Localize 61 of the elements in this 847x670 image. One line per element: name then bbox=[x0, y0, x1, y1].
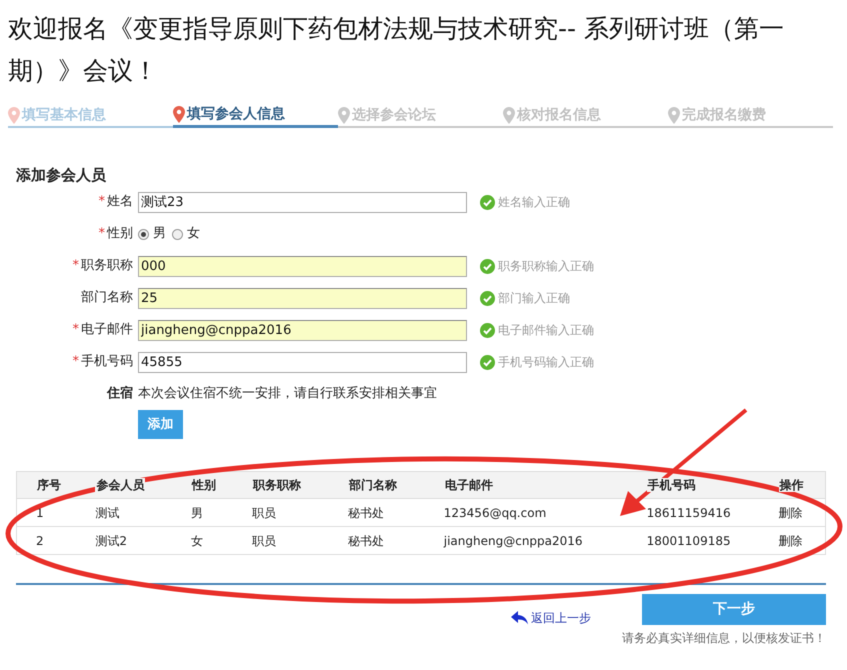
validation-message: 电子邮件输入正确 bbox=[498, 322, 594, 339]
column-header: 电子邮件 bbox=[444, 478, 494, 492]
map-pin-icon bbox=[8, 106, 20, 124]
text-input[interactable]: 25 bbox=[138, 288, 467, 308]
column-header: 部门名称 bbox=[348, 478, 398, 492]
required-mark: * bbox=[98, 225, 105, 244]
table-cell: 测试2 bbox=[76, 526, 172, 554]
radio-label: 男 bbox=[153, 225, 166, 244]
page-title: 欢迎报名《变更指导原则下药包材法规与技术研究-- 系列研讨班（第一期）》会议！ bbox=[7, 13, 785, 87]
column-header: 职务职称 bbox=[252, 478, 302, 492]
field-label: 姓名 bbox=[107, 193, 133, 212]
back-arrow-icon bbox=[511, 611, 529, 625]
required-mark: * bbox=[72, 353, 79, 372]
column-header: 手机号码 bbox=[646, 478, 697, 492]
column-header: 操作 bbox=[778, 478, 805, 492]
text-input[interactable]: 000 bbox=[138, 256, 467, 276]
map-pin-icon bbox=[503, 106, 515, 124]
required-mark: * bbox=[98, 193, 105, 212]
table-cell: 18611159416 bbox=[628, 498, 760, 526]
field-label: 性别 bbox=[107, 225, 133, 244]
step-tab[interactable]: 填写参会人信息 bbox=[173, 104, 338, 128]
required-mark: * bbox=[72, 321, 79, 340]
validation-message: 手机号码输入正确 bbox=[498, 354, 594, 371]
delete-link[interactable]: 删除 bbox=[760, 498, 826, 526]
table-cell: 职员 bbox=[233, 498, 329, 526]
validation-message: 职务职称输入正确 bbox=[498, 258, 594, 275]
table-cell: 123456@qq.com bbox=[424, 498, 628, 526]
field-label: 电子邮件 bbox=[81, 321, 133, 340]
column-header: 序号 bbox=[36, 478, 62, 492]
section-title: 添加参会人员 bbox=[16, 166, 107, 184]
table-cell: 18001109185 bbox=[628, 526, 760, 554]
table-cell: 秘书处 bbox=[328, 526, 425, 554]
table-cell: 测试 bbox=[76, 498, 172, 526]
validation-message: 姓名输入正确 bbox=[498, 194, 570, 211]
field-label: 手机号码 bbox=[81, 353, 133, 372]
field-label: 职务职称 bbox=[81, 257, 133, 276]
map-pin-icon bbox=[173, 106, 185, 123]
footer-note: 请务必真实详细信息，以便核发证书！ bbox=[622, 630, 826, 647]
back-link[interactable]: 返回上一步 bbox=[511, 609, 591, 627]
field-label: 部门名称 bbox=[81, 289, 133, 308]
table-cell: 女 bbox=[172, 526, 234, 554]
column-header: 性别 bbox=[191, 478, 218, 492]
field-label: 住宿 bbox=[107, 384, 133, 404]
table-cell: 2 bbox=[16, 526, 76, 554]
column-header: 参会人员 bbox=[95, 478, 146, 492]
validation-message: 部门输入正确 bbox=[498, 290, 570, 307]
radio-button[interactable] bbox=[172, 228, 183, 240]
table-cell: 职员 bbox=[233, 526, 329, 554]
table-cell: 秘书处 bbox=[328, 498, 425, 526]
text-input[interactable]: jiangheng@cnppa2016 bbox=[138, 320, 467, 340]
accommodation-note: 本次会议住宿不统一安排，请自行联系安排相关事宜 bbox=[138, 385, 437, 404]
table-cell: 男 bbox=[172, 498, 234, 526]
radio-label: 女 bbox=[187, 225, 200, 244]
map-pin-icon bbox=[668, 106, 680, 124]
table-cell: jiangheng@cnppa2016 bbox=[424, 526, 628, 554]
required-mark: * bbox=[72, 257, 79, 276]
text-input[interactable]: 测试23 bbox=[138, 192, 467, 212]
radio-button[interactable] bbox=[138, 228, 149, 240]
map-pin-icon bbox=[338, 106, 350, 124]
delete-link[interactable]: 删除 bbox=[760, 526, 826, 554]
text-input[interactable]: 45855 bbox=[138, 352, 467, 372]
